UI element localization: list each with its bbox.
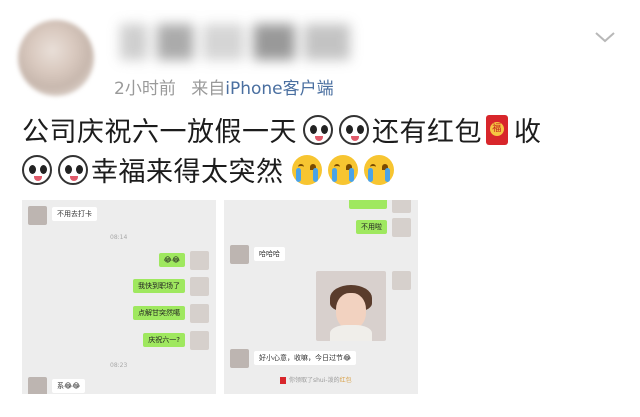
chevron-down-icon[interactable] [594, 30, 616, 44]
blurred-username[interactable] [120, 24, 350, 60]
crying-emoji-icon [291, 154, 322, 185]
chat-avatar [392, 218, 411, 237]
chat-timestamp: 08:23 [110, 362, 128, 369]
post-text-line-1: 公司庆祝六一放假一天 还有红包 收 [22, 110, 542, 149]
chat-message: 好小心意，收嘛，今日过节😂 [254, 351, 357, 365]
notice-text: 你领取了shui-泼的 [289, 377, 340, 384]
post-time: 2小时前 [114, 79, 176, 99]
chat-message: 😂😂 [158, 253, 185, 267]
chat-message: 不用去打卡 [52, 207, 97, 221]
post-text-1b: 还有红包 [372, 117, 482, 148]
panda-emoji-icon [303, 114, 333, 145]
crying-emoji-icon [327, 154, 358, 185]
chat-screenshot-1[interactable]: 不用去打卡 08:14 😂😂 我快到职场了 点解甘突然噶 庆祝六一? 08:23… [22, 200, 216, 394]
chat-avatar [28, 206, 47, 225]
post-text-1c: 收 [514, 117, 542, 148]
chat-avatar [190, 304, 209, 323]
panda-emoji-icon [58, 154, 88, 185]
post-text-line-2: 幸福来得太突然 [22, 150, 397, 189]
chat-message: 不用啦 [356, 220, 387, 234]
source-prefix: 来自 [191, 79, 226, 99]
chat-avatar [392, 271, 411, 290]
chat-avatar [230, 245, 249, 264]
chat-message: 点解甘突然噶 [133, 306, 185, 320]
post-meta: 2小时前 来自iPhone客户端 [114, 74, 334, 99]
chat-message: 系😂😂 [52, 379, 86, 393]
chat-avatar [190, 277, 209, 296]
chat-message: 庆祝六一? [143, 333, 185, 347]
red-envelope-link[interactable]: 红包 [340, 377, 352, 384]
panda-emoji-icon [22, 154, 52, 185]
chat-message-partial [349, 200, 387, 209]
avatar[interactable] [18, 20, 94, 96]
chat-avatar [190, 331, 209, 350]
chat-avatar [28, 377, 47, 394]
chat-message: 哈哈哈 [254, 247, 285, 261]
chat-message: 我快到职场了 [133, 279, 185, 293]
red-envelope-icon [486, 114, 508, 145]
child-photo-image[interactable] [316, 271, 386, 341]
chat-avatar [190, 251, 209, 270]
crying-emoji-icon [363, 154, 394, 185]
chat-avatar [392, 200, 411, 213]
source-app-link[interactable]: iPhone客户端 [225, 79, 333, 99]
red-envelope-icon [280, 377, 286, 384]
panda-emoji-icon [339, 114, 369, 145]
red-envelope-notice: 你领取了shui-泼的红包 [280, 375, 352, 384]
chat-timestamp: 08:14 [110, 234, 128, 241]
post-text-2: 幸福来得太突然 [91, 157, 284, 188]
chat-screenshot-2[interactable]: 不用啦 哈哈哈 好小心意，收嘛，今日过节😂 你领取了shui-泼的红包 [224, 200, 418, 394]
chat-avatar [230, 349, 249, 368]
post-text-1a: 公司庆祝六一放假一天 [22, 117, 297, 148]
